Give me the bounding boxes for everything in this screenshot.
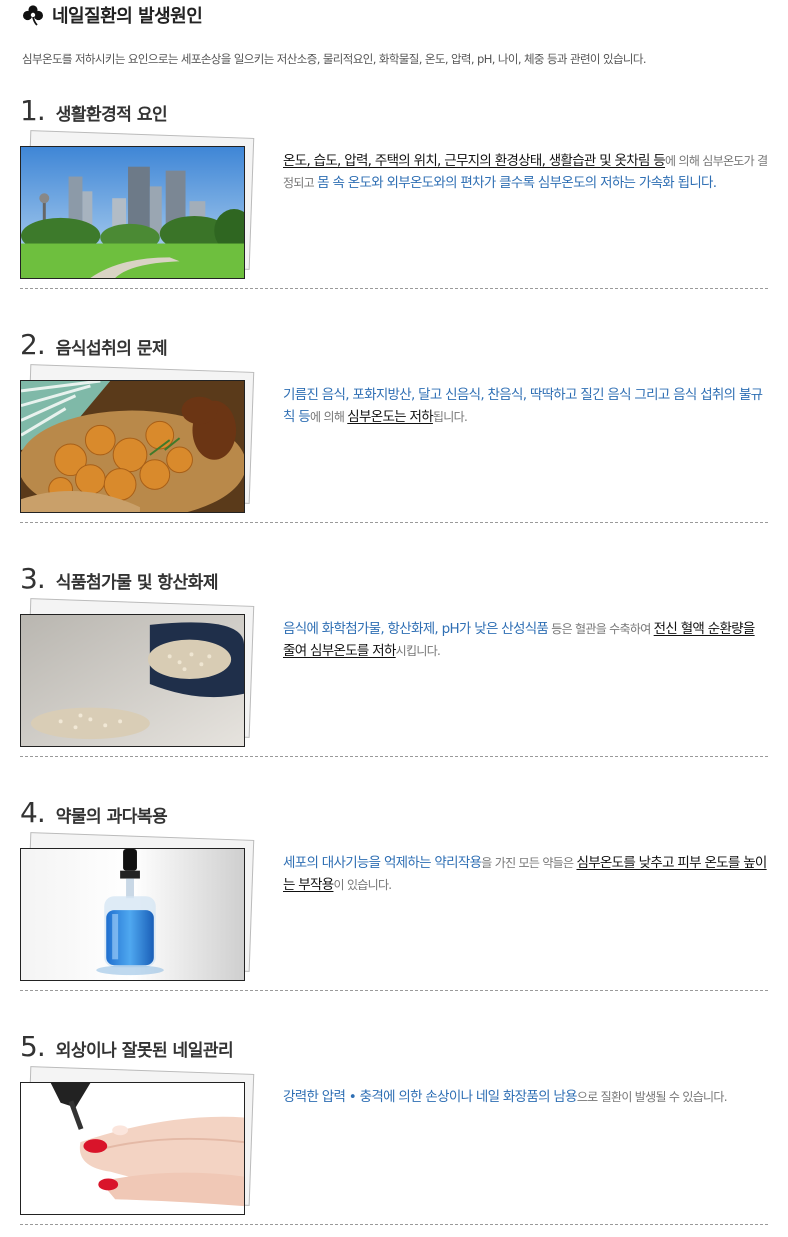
page-title: 네일질환의 발생원인 [52, 6, 203, 27]
section-photo-frame [20, 1066, 255, 1216]
section-description: 세포의 대사기능을 억제하는 약리작용을 가진 모든 약들은 심부온도를 낮추고… [283, 852, 768, 896]
desc-segment: 으로 질환이 발생될 수 있습니다. [576, 1090, 728, 1104]
section-number: 2 [20, 328, 38, 361]
section-photo-frame [20, 364, 255, 514]
section-title: 생활환경적 요인 [55, 105, 168, 125]
section-heading: 2. 음식섭취의 문제 [20, 328, 168, 361]
cause-section-1: 1. 생활환경적 요인 온도, 습도, 압력, 주택의 위치, 근무지의 환경상… [0, 94, 788, 328]
desc-segment: 심부온도는 저하 [347, 409, 433, 425]
cause-section-5: 5. 외상이나 잘못된 네일관리 강력한 압력 • 충격에 의한 손상이나 네일… [0, 1030, 788, 1237]
section-title: 약물의 과다복용 [55, 807, 168, 827]
section-heading: 3. 식품첨가물 및 항산화제 [20, 562, 218, 595]
section-photo-frame [20, 832, 255, 982]
section-description: 온도, 습도, 압력, 주택의 위치, 근무지의 환경상태, 생활습관 및 옷차… [283, 150, 768, 194]
desc-segment: 이 있습니다. [333, 878, 392, 892]
desc-segment: 온도, 습도, 압력, 주택의 위치, 근무지의 환경상태, 생활습관 및 옷차… [283, 153, 666, 169]
desc-segment: 시킵니다. [395, 644, 441, 658]
section-heading: 1. 생활환경적 요인 [20, 94, 168, 127]
section-divider [20, 756, 768, 757]
cause-section-2: 2. 음식섭취의 문제 기름진 음식, 포화지방산, 달고 신음식, 찬음식, … [0, 328, 788, 562]
dropper-bottle-photo [20, 848, 245, 981]
desc-segment: 됩니다. [432, 410, 468, 424]
section-description: 강력한 압력 • 충격에 의한 손상이나 네일 화장품의 남용으로 질환이 발생… [283, 1086, 768, 1108]
city-park-photo [20, 146, 245, 279]
desc-segment: 강력한 압력 • 충격에 의한 손상이나 네일 화장품의 남용 [283, 1089, 578, 1105]
section-photo-frame [20, 598, 255, 748]
desc-segment: 음식에 화학첨가물, 항산화제, pH가 낮은 산성식품 [283, 621, 549, 637]
intro-text: 심부온도를 저하시키는 요인으로는 세포손상을 일으키는 저산소증, 물리적요인… [22, 52, 647, 66]
section-description: 음식에 화학첨가물, 항산화제, pH가 낮은 산성식품 등은 혈관을 수축하여… [283, 618, 768, 662]
cause-section-3: 3. 식품첨가물 및 항산화제 음식에 화학첨가물, 항산화제, pH가 낮은 … [0, 562, 788, 796]
section-title: 외상이나 잘못된 네일관리 [55, 1041, 234, 1061]
desc-segment: 세포의 대사기능을 억제하는 약리작용 [283, 855, 482, 871]
desc-segment: 에 의해 [310, 410, 348, 424]
section-heading: 5. 외상이나 잘못된 네일관리 [20, 1030, 234, 1063]
clover-icon [23, 5, 43, 26]
section-photo-frame [20, 130, 255, 280]
desc-segment: 등은 혈관을 수축하여 [548, 622, 654, 636]
desc-segment: 몸 속 온도와 외부온도와의 편차가 클수록 심부온도의 저하는 가속화 됩니다… [317, 175, 717, 191]
section-divider [20, 990, 768, 991]
section-divider [20, 522, 768, 523]
nail-polish-photo [20, 1082, 245, 1215]
grains-bowl-photo [20, 614, 245, 747]
section-divider [20, 1224, 768, 1225]
section-number: 3 [20, 562, 38, 595]
section-divider [20, 288, 768, 289]
section-title: 음식섭취의 문제 [55, 339, 168, 359]
fried-chicken-photo [20, 380, 245, 513]
section-number: 1 [20, 94, 38, 127]
desc-segment: 을 가진 모든 약들은 [481, 856, 577, 870]
section-description: 기름진 음식, 포화지방산, 달고 신음식, 찬음식, 딱딱하고 질긴 음식 그… [283, 384, 768, 428]
cause-section-4: 4. 약물의 과다복용 세포의 대사기능을 억제하는 약리작용을 가진 모든 약… [0, 796, 788, 1030]
section-number: 4 [20, 796, 38, 829]
page-header: 네일질환의 발생원인 [22, 2, 203, 28]
section-heading: 4. 약물의 과다복용 [20, 796, 168, 829]
section-number: 5 [20, 1030, 38, 1063]
section-title: 식품첨가물 및 항산화제 [55, 573, 219, 593]
